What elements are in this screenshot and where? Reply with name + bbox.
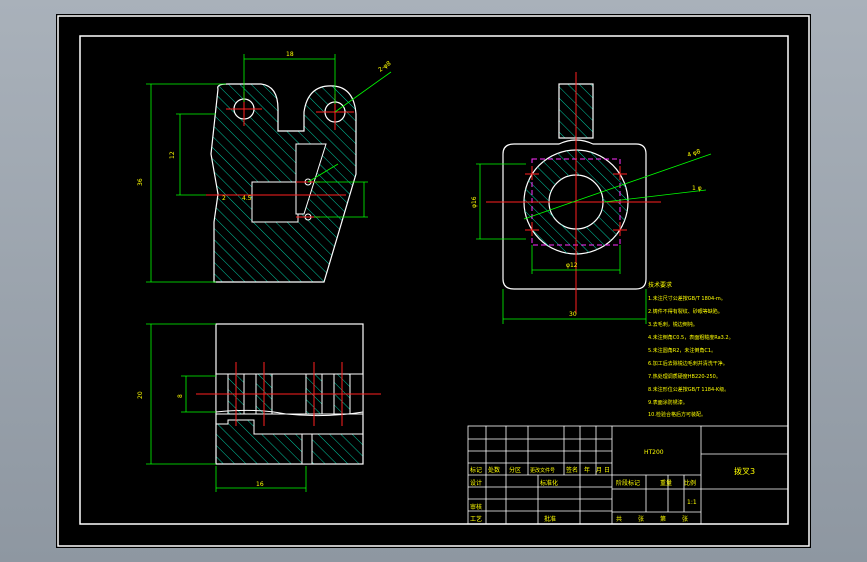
tech-note-line: 9.表面涂防锈漆。 — [648, 399, 688, 406]
title-header-6: 月 — [596, 467, 602, 474]
title-scale-value: 1:1 — [687, 499, 697, 506]
leader-note-front: 2-φ8 — [377, 60, 392, 74]
dim-bottom-left: 8 — [177, 394, 184, 398]
front-view-slot — [251, 181, 299, 223]
tech-note-line: 6.加工后去除锐边毛刺并清洗干净。 — [648, 360, 728, 367]
title-approve: 批准 — [544, 515, 556, 523]
title-header-5: 年 — [584, 466, 590, 474]
title-standardization: 标准化 — [540, 479, 558, 487]
title-row-design: 设计 — [470, 479, 482, 487]
title-scale-label: 比例 — [684, 479, 696, 487]
dim-front-small-a: 2 — [222, 195, 226, 202]
drawing-sheet[interactable]: 18 36 12 2 4.5 2-φ8 30 φ12 φ16 4 φ8 1 φ … — [56, 14, 811, 548]
dim-front-inner: 12 — [169, 151, 176, 159]
note-side-b: 1 φ — [692, 185, 702, 192]
title-row-process: 工艺 — [470, 515, 482, 523]
tech-notes-title: 技术要求 — [648, 281, 672, 289]
dim-front-top: 18 — [286, 51, 294, 58]
tech-note-line: 7.热处理调质硬度HB220-250。 — [648, 373, 721, 380]
drawing-canvas[interactable]: 18 36 12 2 4.5 2-φ8 30 φ12 φ16 4 φ8 1 φ … — [56, 14, 811, 548]
title-header-7: 日 — [604, 467, 610, 474]
tech-note-line: 4.未注倒角C0.5，表面粗糙度Ra3.2。 — [648, 334, 734, 341]
dim-bottom-height: 20 — [137, 391, 144, 399]
title-header-4: 签名 — [566, 466, 578, 474]
bottom-view — [146, 323, 381, 492]
dim-front-small-b: 4.5 — [242, 195, 252, 202]
front-view — [146, 54, 392, 283]
dim-front-height: 36 — [137, 178, 144, 186]
title-header-0: 标记 — [470, 466, 482, 474]
tech-note-line: 2.铸件不得有裂纹、砂眼等缺陷。 — [648, 308, 723, 315]
dim-side-height: φ16 — [471, 196, 478, 208]
tech-note-line: 10.检验合格后方可装配。 — [648, 411, 706, 418]
title-row-review: 审核 — [470, 503, 482, 511]
title-sheet-label: 张 — [638, 515, 644, 523]
tech-note-line: 5.未注圆角R2，未注倒角C1。 — [648, 347, 716, 354]
dim-side-width: 30 — [569, 311, 577, 318]
dim-side-bore: φ12 — [566, 262, 578, 269]
title-weight-label: 重量 — [660, 479, 672, 487]
title-stage-label: 阶段标记 — [616, 479, 640, 487]
title-header-1: 处数 — [488, 466, 500, 474]
tech-note-line: 1.未注尺寸公差按GB/T 1804-m。 — [648, 295, 726, 302]
title-drawing-no: 拨叉3 — [734, 466, 755, 476]
title-header-2: 分区 — [509, 466, 521, 474]
bottom-view-lower-block — [215, 419, 364, 465]
tech-note-line: 8.未注形位公差按GB/T 1184-K级。 — [648, 386, 729, 393]
inner-frame — [79, 35, 789, 525]
dim-bottom-width: 16 — [256, 481, 264, 488]
title-sheet-no: 第 — [660, 515, 666, 523]
tech-notes-list: 1.未注尺寸公差按GB/T 1804-m。 2.铸件不得有裂纹、砂眼等缺陷。 3… — [648, 295, 734, 418]
cad-viewport[interactable]: 18 36 12 2 4.5 2-φ8 30 φ12 φ16 4 φ8 1 φ … — [0, 0, 867, 562]
note-side-a: 4 φ8 — [686, 148, 701, 159]
title-header-3: 更改文件号 — [530, 467, 555, 474]
side-view — [476, 72, 712, 324]
title-sheet-total: 共 — [616, 515, 622, 523]
title-sheet-label2: 张 — [682, 515, 688, 523]
tech-note-line: 3.去毛刺，锐边倒钝。 — [648, 321, 698, 328]
outer-frame — [57, 15, 810, 547]
title-material: HT200 — [644, 449, 664, 456]
